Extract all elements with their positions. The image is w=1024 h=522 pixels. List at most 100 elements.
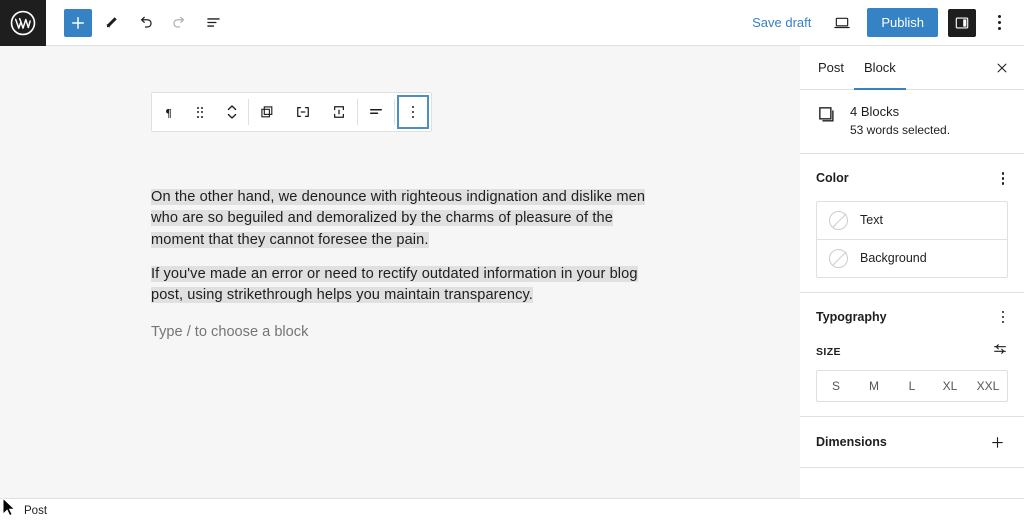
- color-panel-title: Color: [816, 171, 849, 186]
- kebab-menu-icon: [997, 27, 1001, 30]
- plus-icon: [72, 16, 84, 29]
- svg-text:¶: ¶: [165, 107, 171, 119]
- font-size-option-xxl[interactable]: XXL: [969, 371, 1007, 401]
- color-row-background[interactable]: Background: [817, 238, 1007, 277]
- settings-sidebar-toggle-button[interactable]: [948, 8, 976, 37]
- paragraph-block-2[interactable]: If you've made an error or need to recti…: [151, 264, 647, 307]
- vertical-brackets-icon: [334, 106, 344, 118]
- block-type-paragraph-button[interactable]: ¶: [152, 93, 184, 131]
- font-size-option-xl[interactable]: XL: [931, 371, 969, 401]
- redo-arrow-icon: [172, 16, 184, 28]
- typography-panel-header: Typography: [816, 307, 1008, 328]
- font-size-option-l[interactable]: L: [893, 371, 931, 401]
- horizontal-stretch-button[interactable]: [285, 93, 321, 131]
- close-x-icon: [997, 63, 1007, 73]
- typography-panel-options-button[interactable]: [998, 307, 1009, 328]
- sliders-icon: [994, 344, 1006, 354]
- kebab-menu-icon: [1001, 315, 1004, 318]
- font-size-settings-button[interactable]: [992, 341, 1008, 362]
- dimensions-add-button[interactable]: [986, 431, 1008, 453]
- kebab-menu-icon: [997, 15, 1001, 18]
- color-options-list: Text Background: [816, 200, 1008, 278]
- empty-color-swatch-icon: [829, 210, 848, 230]
- edit-tool-button[interactable]: [96, 8, 126, 38]
- block-toolbar-group-options: [395, 93, 431, 131]
- move-up-down-button[interactable]: [216, 93, 248, 131]
- kebab-menu-icon: [1001, 177, 1004, 180]
- sidebar-tab-bar: Post Block: [800, 46, 1024, 90]
- paragraph-block-1[interactable]: On the other hand, we denounce with righ…: [151, 187, 647, 251]
- sidebar-toggle-icon: [955, 16, 969, 29]
- chevron-up-down-icon: [227, 105, 237, 119]
- paragraph-pilcrow-icon: ¶: [165, 107, 171, 119]
- dimensions-panel-title: Dimensions: [816, 435, 887, 449]
- font-size-option-s[interactable]: S: [817, 371, 855, 401]
- pencil-icon: [106, 16, 117, 28]
- top-toolbar-left-tools: [46, 8, 228, 38]
- paragraph-text: On the other hand, we denounce with righ…: [151, 189, 646, 248]
- add-block-button[interactable]: [64, 8, 92, 37]
- empty-block-placeholder[interactable]: Type / to choose a block: [151, 322, 631, 343]
- breadcrumb[interactable]: Post: [24, 505, 47, 517]
- laptop-preview-icon: [834, 17, 851, 28]
- save-draft-button[interactable]: Save draft: [746, 11, 817, 34]
- stacked-blocks-icon: [819, 107, 834, 122]
- horizontal-brackets-icon: [297, 107, 309, 117]
- selected-blocks-count: 4 Blocks: [850, 104, 900, 119]
- copy-styles-button[interactable]: [249, 93, 285, 131]
- color-row-background-label: Background: [860, 251, 927, 265]
- publish-button[interactable]: Publish: [867, 8, 938, 37]
- kebab-menu-icon: [1001, 320, 1004, 323]
- copy-overlap-icon: [261, 106, 273, 118]
- font-size-label: SIZE: [816, 345, 841, 358]
- block-toolbar-group-transform: [249, 93, 357, 131]
- kebab-menu-icon: [1001, 172, 1004, 175]
- list-view-icon: [206, 18, 220, 27]
- block-more-options-button[interactable]: [395, 93, 431, 131]
- editor-options-button[interactable]: [986, 8, 1012, 38]
- typography-panel-title: Typography: [816, 309, 887, 324]
- document-overview-button[interactable]: [198, 8, 228, 38]
- drag-dots-icon: [196, 106, 204, 118]
- plus-icon: [991, 436, 1003, 448]
- selection-summary-text: 4 Blocks 53 words selected.: [850, 104, 950, 137]
- color-panel-options-button[interactable]: [998, 168, 1009, 189]
- typography-panel: Typography SIZE S M L XL XXL: [800, 293, 1024, 417]
- post-content-area[interactable]: ¶ On the other hand, we denounce with ri…: [0, 46, 802, 522]
- top-toolbar-right-tools: Save draft Publish: [746, 8, 1024, 38]
- block-toolbar-group-align: [358, 93, 394, 131]
- editor-top-toolbar: Save draft Publish: [0, 0, 1024, 46]
- color-panel-header: Color: [816, 168, 1008, 189]
- wordpress-logo-icon[interactable]: [0, 0, 46, 46]
- kebab-menu-icon: [1001, 310, 1004, 313]
- color-row-text[interactable]: Text: [817, 202, 1007, 239]
- drag-handle-button[interactable]: [184, 93, 216, 131]
- editor-canvas[interactable]: ¶ On the other hand, we denounce with ri…: [0, 46, 802, 522]
- kebab-menu-icon: [1001, 182, 1004, 185]
- selected-words-count: 53 words selected.: [850, 123, 951, 137]
- tab-post[interactable]: Post: [808, 46, 854, 90]
- font-size-option-m[interactable]: M: [855, 371, 893, 401]
- preview-button[interactable]: [827, 8, 857, 38]
- tab-block[interactable]: Block: [854, 46, 906, 90]
- paragraph-text: If you've made an error or need to recti…: [151, 266, 638, 304]
- empty-color-swatch-icon: [829, 248, 848, 268]
- close-sidebar-button[interactable]: [992, 58, 1012, 78]
- font-size-selector: S M L XL XXL: [816, 370, 1008, 402]
- dimensions-panel: Dimensions: [800, 417, 1024, 468]
- block-toolbar-group-block: ¶: [152, 93, 248, 131]
- align-left-icon: [370, 109, 382, 114]
- undo-arrow-icon: [140, 16, 152, 28]
- kebab-menu-icon: [411, 105, 415, 119]
- settings-sidebar: Post Block 4 Blocks 53 words selected. C…: [800, 46, 1024, 498]
- color-panel: Color Text Background: [800, 154, 1024, 293]
- redo-button[interactable]: [164, 8, 194, 38]
- font-size-label-row: SIZE: [816, 341, 1008, 362]
- vertical-stretch-button[interactable]: [321, 93, 357, 131]
- color-row-text-label: Text: [860, 213, 883, 227]
- editor-status-bar: Post: [0, 498, 1024, 522]
- align-text-button[interactable]: [358, 93, 394, 131]
- undo-button[interactable]: [130, 8, 160, 38]
- mouse-cursor-icon: [2, 497, 16, 517]
- kebab-menu-icon: [997, 21, 1001, 24]
